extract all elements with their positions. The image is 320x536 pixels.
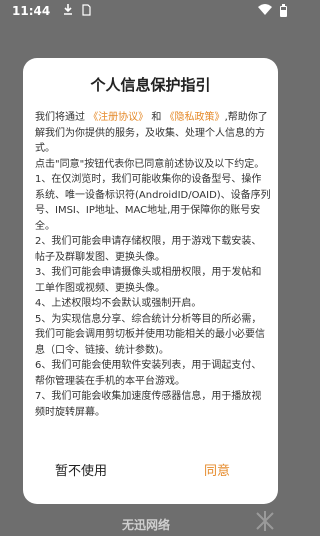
privacy-policy-link[interactable]: 《隐私政策》: [165, 112, 225, 123]
status-bar: 11:44: [0, 0, 300, 24]
background-app-text: 无迅网络: [122, 518, 171, 532]
list-item: 7、我们可能会收集加速度传感器信息，用于播放视频时旋转屏幕。: [35, 391, 262, 418]
watermark-logo-icon: [254, 510, 276, 532]
dialog-body: 我们将通过 《注册协议》 和 《隐私政策》,帮助你了解我们为你提供的服务，及收集…: [35, 110, 271, 420]
list-item: 6、我们可能会使用软件安装列表，用于调起支付、帮你管理装在手机的本平台游戏。: [35, 360, 262, 387]
intro-and: 和: [151, 112, 162, 123]
list-item: 2、我们可能会申请存储权限，用于游戏下载安装、帖子及群聊发图、更换头像。: [35, 236, 262, 263]
list-item: 1、在仅浏览时，我们可能收集你的设备型号、操作系统、唯一设备标识符(Androi…: [35, 174, 271, 232]
agree-button[interactable]: 同意: [204, 460, 230, 479]
decline-button[interactable]: 暂不使用: [55, 460, 107, 479]
list-item: 5、为实现信息分享、综合统计分析等目的所必需，我们可能会调用剪切板并使用功能相关…: [35, 313, 265, 356]
status-time: 11:44: [12, 4, 51, 18]
download-icon: [63, 4, 73, 20]
dialog-title: 个人信息保护指引: [90, 76, 211, 94]
intro-prefix: 我们将通过: [35, 112, 85, 123]
privacy-dialog: 个人信息保护指引 我们将通过 《注册协议》 和 《隐私政策》,帮助你了解我们为你…: [23, 58, 278, 504]
terms-link[interactable]: 《注册协议》: [88, 112, 148, 123]
sim-card-icon: [82, 4, 91, 20]
wifi-icon: [258, 4, 272, 20]
consent-note: 点击"同意"按钮代表你已同意前述协议及以下约定。: [35, 158, 265, 170]
list-item: 4、上述权限均不会默认或强制开启。: [35, 298, 202, 309]
intro-paragraph: 我们将通过 《注册协议》 和 《隐私政策》,帮助你了解我们为你提供的服务，及收集…: [35, 110, 271, 157]
battery-icon: [280, 4, 287, 17]
list-item: 3、我们可能会申请摄像头或相册权限，用于发帖和工单作图或视频、更换头像。: [35, 267, 262, 294]
